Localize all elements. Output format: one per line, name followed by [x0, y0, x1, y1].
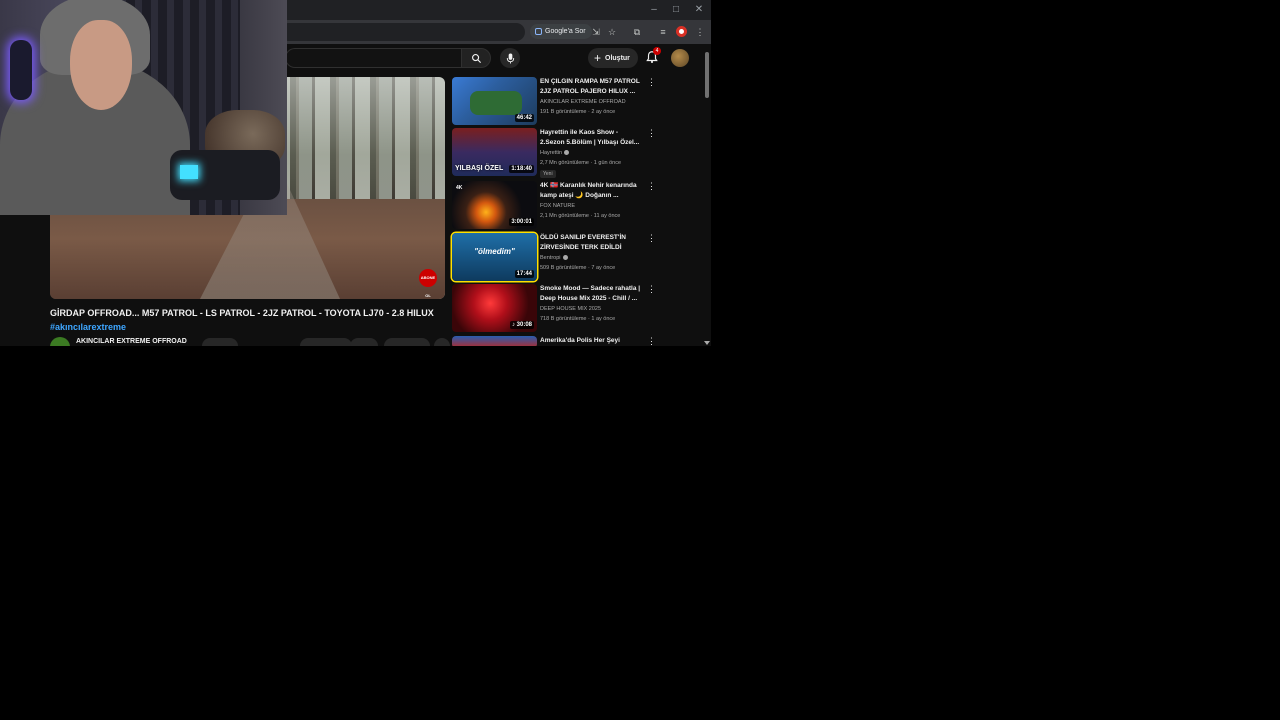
- recommendation-thumbnail[interactable]: 46:42: [452, 77, 537, 125]
- recommendation-thumbnail[interactable]: [452, 336, 537, 346]
- recommendation-channel[interactable]: DEEP HOUSE MIX 2025: [540, 306, 601, 312]
- recommendation-title[interactable]: 4K 🇳🇴 Karanlık Nehir kenarında kamp ateş…: [540, 181, 644, 200]
- more-options-icon[interactable]: ⋮: [647, 129, 656, 138]
- video-title: GİRDAP OFFROAD... M57 PATROL - LS PATROL…: [50, 306, 440, 334]
- more-options-icon[interactable]: ⋮: [647, 285, 656, 294]
- account-avatar[interactable]: [671, 49, 689, 67]
- streamer-webcam-overlay: [0, 0, 287, 215]
- recommendation-thumbnail[interactable]: 4K 3:00:01: [452, 181, 537, 229]
- channel-name[interactable]: AKINCILAR EXTREME OFFROAD: [76, 338, 187, 345]
- recommendation-channel-name: Bentropi: [540, 255, 561, 261]
- recommendation-title[interactable]: EN ÇILGIN RAMPA M57 PATROL 2JZ PATROL PA…: [540, 77, 644, 96]
- more-options-icon[interactable]: ⋮: [647, 182, 656, 191]
- subscribe-watermark[interactable]: ABONE OL: [419, 269, 437, 298]
- like-dislike-button[interactable]: [300, 338, 352, 346]
- new-badge: Yeni: [540, 170, 556, 178]
- create-button[interactable]: + Oluştur: [588, 48, 638, 68]
- google-ask-button[interactable]: Google'a Sor: [530, 24, 592, 39]
- recommendation-channel[interactable]: AKINCILAR EXTREME OFFROAD: [540, 99, 626, 105]
- install-app-icon[interactable]: ⇲: [590, 25, 602, 39]
- google-ask-label: Google'a Sor: [545, 28, 586, 35]
- join-button[interactable]: [202, 338, 238, 346]
- recommendation-channel-name: Hayrettin: [540, 150, 563, 156]
- video-duration: 1:18:40: [509, 165, 534, 173]
- create-label: Oluştur: [605, 54, 630, 62]
- recommendation-item[interactable]: "ölmedim" 17:44 ÖLDÜ SANILIP EVEREST'İN …: [452, 233, 657, 281]
- recommendation-item[interactable]: ♪ 30:08 Smoke Mood — Sadece rahatla | De…: [452, 284, 657, 332]
- thumbnail-text: "ölmedim": [474, 247, 515, 256]
- controller-light: [180, 165, 198, 179]
- recommendation-thumbnail[interactable]: "ölmedim" 17:44: [452, 233, 537, 281]
- recommendation-meta: 718 B görüntüleme · 1 ay önce: [540, 316, 616, 322]
- thumbnail-vehicle: [470, 91, 522, 115]
- headset-icon: [10, 40, 32, 100]
- recommendation-meta: 509 B görüntüleme · 7 ay önce: [540, 265, 616, 271]
- scrollbar-thumb[interactable]: [705, 52, 709, 98]
- media-controls-icon[interactable]: ≡: [657, 25, 669, 39]
- more-actions-button[interactable]: [434, 338, 450, 346]
- recommendation-meta: 2,1 Mn görüntüleme · 11 ay önce: [540, 213, 621, 219]
- recommendation-item[interactable]: YILBAŞI ÖZEL 1:18:40 Hayrettin ile Kaos …: [452, 128, 657, 178]
- recommendation-channel[interactable]: Bentropi: [540, 255, 568, 261]
- recommendation-title[interactable]: Smoke Mood — Sadece rahatla | Deep House…: [540, 284, 644, 303]
- recommendation-item[interactable]: Amerika'da Polis Her Şeyi ⋮: [452, 336, 657, 346]
- video-duration: ♪ 30:08: [509, 321, 534, 329]
- address-bar[interactable]: [280, 23, 525, 41]
- video-hashtag-link[interactable]: #akıncılarextreme: [50, 322, 126, 332]
- profile-icon[interactable]: [676, 26, 687, 37]
- more-options-icon[interactable]: ⋮: [647, 234, 656, 243]
- recommendation-channel[interactable]: Hayrettin: [540, 150, 570, 156]
- verified-icon: [564, 150, 570, 156]
- thumbnail-text: YILBAŞI ÖZEL: [455, 165, 504, 172]
- maximize-button[interactable]: □: [669, 3, 683, 17]
- more-options-icon[interactable]: ⋮: [647, 337, 656, 346]
- recommendation-thumbnail[interactable]: YILBAŞI ÖZEL 1:18:40: [452, 128, 537, 176]
- voice-search-button[interactable]: [500, 48, 520, 68]
- recommendation-title[interactable]: Hayrettin ile Kaos Show - 2.Sezon 5.Bölü…: [540, 128, 644, 147]
- search-input[interactable]: [285, 48, 461, 68]
- page-scrollbar[interactable]: [704, 48, 710, 346]
- thumbnail-text: 4K: [456, 185, 463, 191]
- video-duration: 17:44: [514, 270, 534, 278]
- verified-icon: [562, 255, 568, 261]
- share-button[interactable]: [350, 338, 378, 346]
- download-button[interactable]: [384, 338, 430, 346]
- minimize-button[interactable]: –: [647, 3, 661, 17]
- recommendation-item[interactable]: 4K 3:00:01 4K 🇳🇴 Karanlık Nehir kenarınd…: [452, 181, 657, 229]
- recommendation-channel[interactable]: FOX NATURE: [540, 203, 575, 209]
- close-window-button[interactable]: ✕: [692, 3, 706, 17]
- channel-avatar[interactable]: [50, 337, 70, 346]
- recommendation-meta: 2,7 Mn görüntüleme · 1 gün önce: [540, 160, 622, 166]
- notification-count-badge: 4: [653, 47, 661, 55]
- chrome-menu-icon[interactable]: ⋮: [694, 25, 706, 39]
- more-options-icon[interactable]: ⋮: [647, 78, 656, 87]
- video-duration: 46:42: [514, 114, 534, 122]
- recommendation-title[interactable]: ÖLDÜ SANILIP EVEREST'İN ZİRVESİNDE TERK …: [540, 233, 644, 252]
- plus-icon: +: [594, 51, 602, 65]
- video-duration-value: 30:08: [516, 322, 532, 328]
- search-icon: [471, 53, 481, 63]
- search-button[interactable]: [461, 48, 491, 68]
- browser-window: – □ ✕ Google'a Sor ⇲ ☆ ⧉ ≡ ⋮ + Oluştur 4…: [0, 0, 711, 346]
- channel-row: AKINCILAR EXTREME OFFROAD: [50, 337, 450, 346]
- extensions-icon[interactable]: ⧉: [631, 25, 643, 39]
- video-title-text: GİRDAP OFFROAD... M57 PATROL - LS PATROL…: [50, 308, 434, 318]
- recommendation-title[interactable]: Amerika'da Polis Her Şeyi: [540, 336, 644, 346]
- recommendation-thumbnail[interactable]: ♪ 30:08: [452, 284, 537, 332]
- webcam-person-face: [70, 20, 132, 110]
- recommendation-meta: 191 B görüntüleme · 2 ay önce: [540, 109, 616, 115]
- lens-icon: [535, 28, 542, 35]
- bookmark-star-icon[interactable]: ☆: [606, 25, 618, 39]
- recommendation-item[interactable]: 46:42 EN ÇILGIN RAMPA M57 PATROL 2JZ PAT…: [452, 77, 657, 125]
- microphone-icon: [506, 52, 514, 64]
- video-duration: 3:00:01: [509, 218, 534, 226]
- scroll-down-arrow-icon[interactable]: [704, 341, 710, 345]
